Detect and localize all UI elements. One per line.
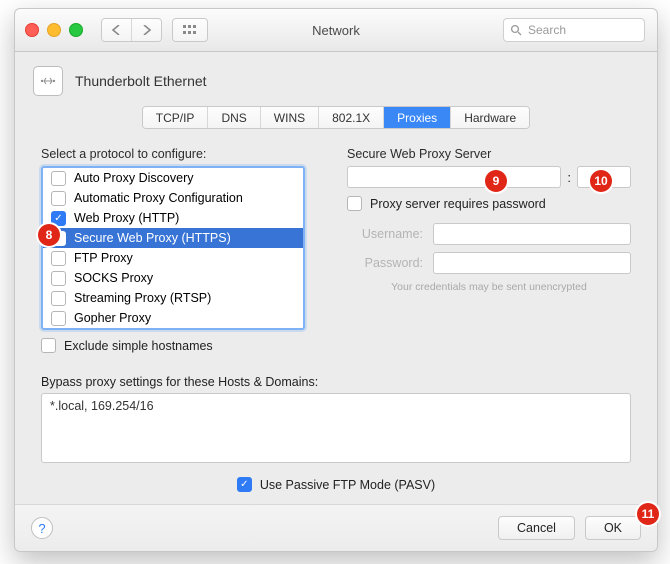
protocol-row[interactable]: ✓Secure Web Proxy (HTTPS) <box>43 228 303 248</box>
protocol-row[interactable]: SOCKS Proxy <box>43 268 303 288</box>
interface-header: Thunderbolt Ethernet <box>15 52 657 104</box>
proxy-host-input[interactable] <box>347 166 561 188</box>
password-label: Password: <box>347 256 423 270</box>
protocol-row[interactable]: Automatic Proxy Configuration <box>43 188 303 208</box>
passive-ftp-label: Use Passive FTP Mode (PASV) <box>260 478 435 492</box>
protocol-label: Web Proxy (HTTP) <box>74 211 179 225</box>
tab-8021x[interactable]: 802.1X <box>318 107 383 128</box>
protocol-label: Streaming Proxy (RTSP) <box>74 291 211 305</box>
footer: ? Cancel OK <box>15 504 657 551</box>
server-heading: Secure Web Proxy Server <box>347 147 631 161</box>
protocol-row[interactable]: ✓ Web Proxy (HTTP) <box>43 208 303 228</box>
tab-tcpip[interactable]: TCP/IP <box>143 107 208 128</box>
zoom-icon[interactable] <box>69 23 83 37</box>
ok-button[interactable]: OK <box>585 516 641 540</box>
protocol-label: Auto Proxy Discovery <box>74 171 193 185</box>
annotation-10: 10 <box>590 170 612 192</box>
help-button[interactable]: ? <box>31 517 53 539</box>
password-input[interactable] <box>433 252 631 274</box>
protocol-checkbox[interactable]: ✓ <box>51 211 66 226</box>
ethernet-icon <box>33 66 63 96</box>
tab-proxies[interactable]: Proxies <box>383 107 450 128</box>
titlebar: Network Search <box>15 9 657 52</box>
nav-back-forward <box>101 18 162 42</box>
back-button[interactable] <box>102 19 131 41</box>
search-placeholder: Search <box>528 23 566 37</box>
tab-hw[interactable]: Hardware <box>450 107 529 128</box>
annotation-11: 11 <box>637 503 659 525</box>
protocol-label: Secure Web Proxy (HTTPS) <box>74 231 231 245</box>
annotation-8: 8 <box>38 224 60 246</box>
protocol-label: Gopher Proxy <box>74 311 151 325</box>
protocol-label: FTP Proxy <box>74 251 133 265</box>
protocol-checkbox[interactable] <box>51 271 66 286</box>
bypass-textarea[interactable]: *.local, 169.254/16 <box>41 393 631 463</box>
show-all-button[interactable] <box>172 18 208 42</box>
annotation-9: 9 <box>485 170 507 192</box>
credentials-note: Your credentials may be sent unencrypted <box>347 281 631 293</box>
protocol-checkbox[interactable] <box>51 291 66 306</box>
passive-ftp-checkbox[interactable]: ✓ <box>237 477 252 492</box>
window-controls <box>25 23 83 37</box>
host-port-separator: : <box>567 170 571 185</box>
protocol-row[interactable]: Auto Proxy Discovery <box>43 168 303 188</box>
forward-button[interactable] <box>131 19 161 41</box>
bypass-heading: Bypass proxy settings for these Hosts & … <box>41 375 631 389</box>
protocol-checkbox[interactable] <box>51 251 66 266</box>
interface-name: Thunderbolt Ethernet <box>75 73 207 89</box>
protocol-row[interactable]: Gopher Proxy <box>43 308 303 328</box>
protocol-label: Automatic Proxy Configuration <box>74 191 243 205</box>
advanced-tabs: TCP/IPDNSWINS802.1XProxiesHardware <box>142 106 530 129</box>
requires-password-label: Proxy server requires password <box>370 197 546 211</box>
search-icon <box>510 24 522 36</box>
username-label: Username: <box>347 227 423 241</box>
protocol-row[interactable]: Streaming Proxy (RTSP) <box>43 288 303 308</box>
protocol-checkbox[interactable] <box>51 171 66 186</box>
username-input[interactable] <box>433 223 631 245</box>
exclude-simple-label: Exclude simple hostnames <box>64 339 213 353</box>
cancel-button[interactable]: Cancel <box>498 516 575 540</box>
network-preferences-window: Network Search Thunderbolt Ethernet TCP/… <box>14 8 658 552</box>
requires-password-checkbox[interactable] <box>347 196 362 211</box>
protocol-list[interactable]: Auto Proxy Discovery Automatic Proxy Conf… <box>41 166 305 330</box>
protocol-heading: Select a protocol to configure: <box>41 147 321 161</box>
tab-dns[interactable]: DNS <box>207 107 259 128</box>
close-icon[interactable] <box>25 23 39 37</box>
tab-wins[interactable]: WINS <box>260 107 318 128</box>
protocol-row[interactable]: FTP Proxy <box>43 248 303 268</box>
protocol-checkbox[interactable] <box>51 191 66 206</box>
protocol-label: SOCKS Proxy <box>74 271 153 285</box>
minimize-icon[interactable] <box>47 23 61 37</box>
protocol-checkbox[interactable] <box>51 311 66 326</box>
exclude-simple-checkbox[interactable] <box>41 338 56 353</box>
search-input[interactable]: Search <box>503 18 645 42</box>
